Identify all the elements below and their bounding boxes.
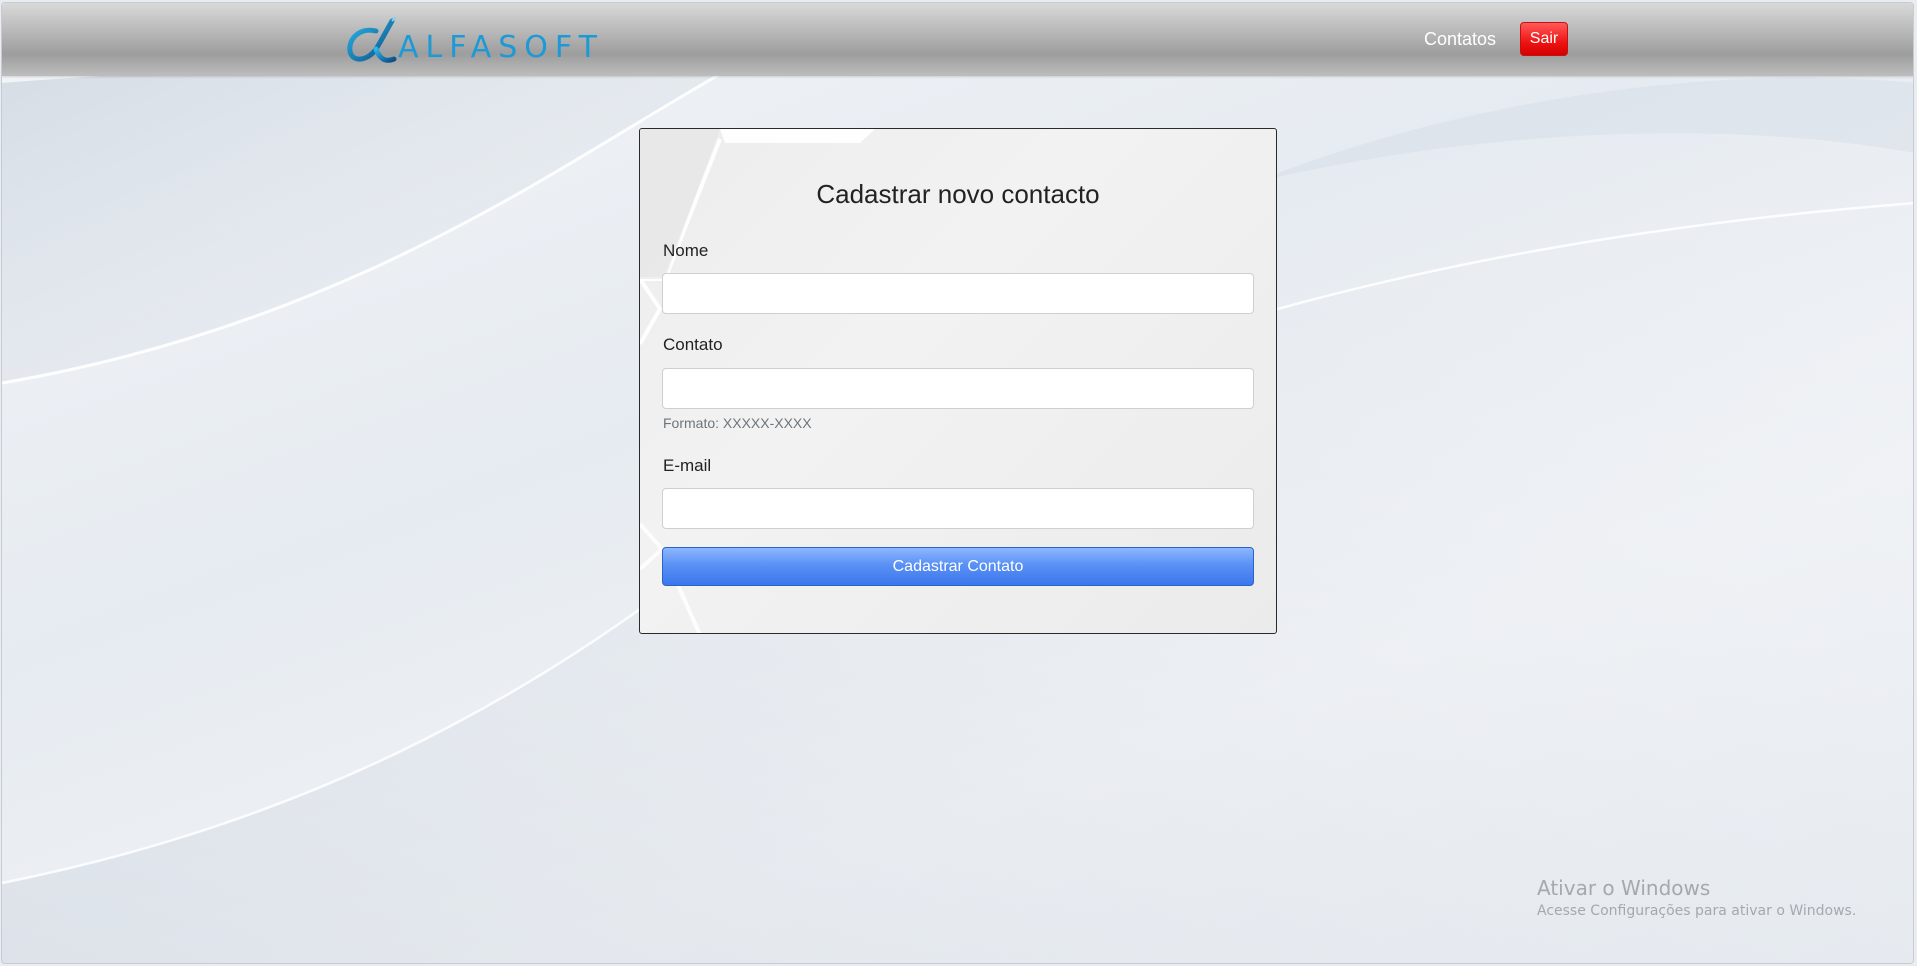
watermark-title: Ativar o Windows [1537,876,1711,900]
contato-input[interactable] [662,368,1254,409]
watermark-subtitle: Acesse Configurações para ativar o Windo… [1537,903,1857,919]
windows-activation-watermark: Ativar o Windows Acesse Configurações pa… [1537,876,1856,919]
email-label: E-mail [663,456,712,475]
nav-link-contatos[interactable]: Contatos [1424,29,1496,50]
form-title: Cadastrar novo contacto [816,179,1100,209]
alfasoft-logo[interactable]: ALFASOFT [346,17,646,65]
top-navbar: ALFASOFT Contatos Sair [2,3,1913,76]
submit-contact-button[interactable]: Cadastrar Contato [662,547,1254,586]
svg-text:ALFASOFT: ALFASOFT [398,30,604,65]
contato-label: Contato [663,335,723,354]
contato-format-hint: Formato: XXXXX-XXXX [663,415,812,431]
nome-label: Nome [663,241,709,260]
logout-button[interactable]: Sair [1520,22,1568,56]
nome-input[interactable] [662,273,1254,314]
browser-viewport: ALFASOFT Contatos Sair Cadastrar novo co… [1,2,1914,964]
email-input[interactable] [662,488,1254,529]
new-contact-card: Cadastrar novo contacto Nome Contato For… [639,128,1277,634]
